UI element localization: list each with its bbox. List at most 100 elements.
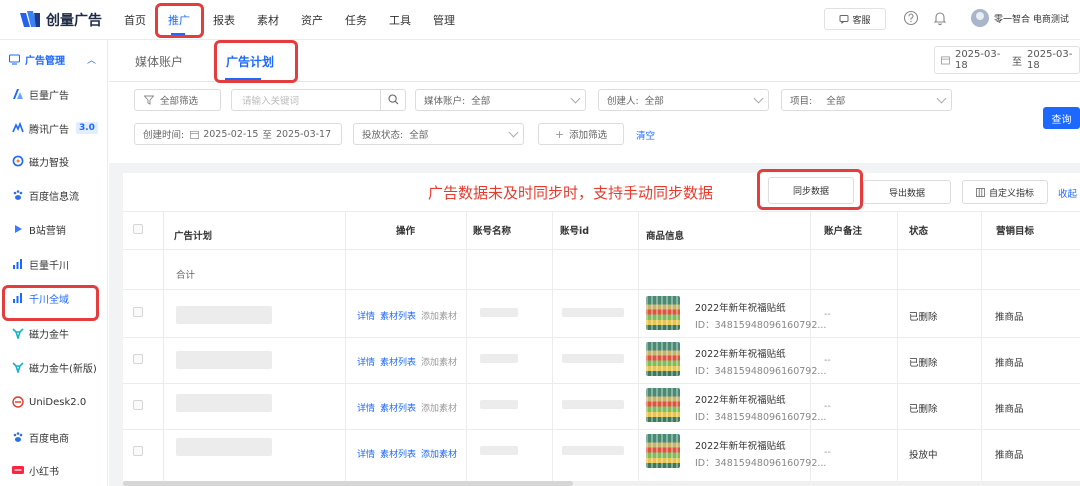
add-material-link[interactable]: 添加素材 [421, 355, 457, 368]
detail-link[interactable]: 详情 [357, 309, 375, 322]
select-all-checkbox[interactable] [133, 224, 143, 234]
material-list-link[interactable]: 素材列表 [380, 309, 416, 322]
creator-select[interactable]: 创建人: 全部 [598, 89, 769, 111]
nav-assets[interactable]: 资产 [301, 12, 323, 28]
customer-service-label: 客服 [852, 15, 871, 26]
delivery-status-select[interactable]: 投放状态: 全部 [353, 123, 524, 145]
product-id: ID：34815948096160792... [695, 320, 827, 331]
bell-icon[interactable] [932, 10, 948, 26]
col-header-status[interactable]: 状态 [909, 223, 928, 237]
sidebar-item-xiaohongshu[interactable]: 小红书 [12, 461, 59, 479]
top-date-range-picker[interactable]: 2025-03-18 至 2025-03-18 [934, 46, 1080, 74]
nav-reports[interactable]: 报表 [213, 12, 235, 28]
account-remark: -- [824, 309, 831, 320]
chevron-down-icon [570, 93, 581, 104]
chevron-down-icon [508, 127, 519, 138]
col-divider [810, 211, 811, 486]
keyword-search[interactable]: 请输入关键词 [231, 89, 406, 111]
create-time-range[interactable]: 创建时间: 2025-02-15 至 2025-03-17 [134, 123, 342, 145]
search-icon[interactable] [388, 94, 399, 105]
query-button[interactable]: 查询 [1043, 107, 1080, 129]
sidebar-item-tencent[interactable]: 腾讯广告 3.0 [12, 119, 98, 137]
col-divider [466, 211, 467, 486]
help-icon[interactable] [903, 10, 919, 26]
material-list-link[interactable]: 素材列表 [380, 355, 416, 368]
sidebar-item-cili[interactable]: 磁力智投 [12, 152, 69, 170]
add-filter-button[interactable]: + 添加筛选 [538, 123, 624, 145]
avatar [971, 9, 989, 27]
sidebar-group-ad-management[interactable]: 广告管理 [9, 52, 65, 67]
row-checkbox[interactable] [133, 354, 143, 364]
media-account-select[interactable]: 媒体账户: 全部 [415, 89, 586, 111]
chevron-down-icon [936, 93, 947, 104]
user-menu[interactable]: 零一智合 电商测试 [971, 9, 1069, 27]
nav-home[interactable]: 首页 [124, 12, 146, 28]
creator-label: 创建人: [607, 96, 639, 107]
row-divider [123, 383, 1080, 384]
col-divider [345, 211, 346, 486]
tab-media-account[interactable]: 媒体账户 [135, 53, 183, 70]
col-header-marketing-goal[interactable]: 营销目标 [996, 223, 1034, 237]
col-header-ad-plan[interactable]: 广告计划 [174, 228, 212, 242]
sidebar-item-label: 磁力智投 [29, 157, 69, 169]
col-header-account-remark[interactable]: 账户备注 [824, 223, 862, 237]
add-material-link[interactable]: 添加素材 [421, 447, 457, 460]
material-list-link[interactable]: 素材列表 [380, 447, 416, 460]
col-header-account-id[interactable]: 账号id [560, 223, 589, 237]
add-material-link[interactable]: 添加素材 [421, 401, 457, 414]
sidebar: 广告管理 ︿ 巨量广告 腾讯广告 3.0 磁力智投 百度信息流 B站营销 巨量千… [0, 40, 108, 486]
row-checkbox[interactable] [133, 446, 143, 456]
horizontal-scrollbar-thumb[interactable] [123, 481, 573, 486]
customer-service-button[interactable]: 客服 [824, 8, 886, 30]
sidebar-item-jinniu[interactable]: 磁力金牛 [12, 324, 69, 342]
all-filter-label: 全部筛选 [160, 96, 199, 107]
row-checkbox[interactable] [133, 400, 143, 410]
redacted-account-id [562, 308, 624, 317]
sidebar-item-qianchuan[interactable]: 巨量千川 [12, 255, 69, 273]
sidebar-item-jinniu-new[interactable]: 磁力金牛(新版) [12, 358, 97, 376]
redacted-account-id [562, 446, 624, 455]
row-operations: 详情 素材列表 添加素材 [357, 447, 457, 460]
calendar-icon [941, 56, 950, 65]
add-material-link[interactable]: 添加素材 [421, 309, 457, 322]
col-divider [897, 211, 898, 486]
nav-tools[interactable]: 工具 [389, 12, 411, 28]
detail-link[interactable]: 详情 [357, 401, 375, 414]
xiaohongshu-icon [12, 466, 24, 474]
columns-icon [976, 187, 985, 197]
brand-logo[interactable]: 创量广告 [18, 9, 102, 31]
nav-materials[interactable]: 素材 [257, 12, 279, 28]
col-header-account-name[interactable]: 账号名称 [473, 223, 511, 237]
sidebar-item-label: 磁力金牛(新版) [29, 363, 97, 375]
project-select[interactable]: 项目: 全部 [781, 89, 952, 111]
detail-link[interactable]: 详情 [357, 355, 375, 368]
juliang-icon [13, 89, 23, 99]
sidebar-item-baidu-shop[interactable]: 百度电商 [12, 428, 69, 446]
row-checkbox[interactable] [133, 307, 143, 317]
custom-metrics-button[interactable]: 自定义指标 [962, 180, 1048, 204]
sidebar-item-unidesk[interactable]: UniDesk2.0 [12, 393, 86, 411]
row-operations: 详情 素材列表 添加素材 [357, 355, 457, 368]
filter-icon [144, 95, 154, 105]
nav-tasks[interactable]: 任务 [345, 12, 367, 28]
sidebar-item-juliang[interactable]: 巨量广告 [12, 85, 69, 103]
sidebar-item-label: 巨量千川 [29, 260, 69, 272]
media-account-label: 媒体账户: [424, 96, 466, 107]
chevron-up-icon[interactable]: ︿ [87, 53, 96, 66]
redacted-account-id [562, 400, 624, 409]
highlight-sync-button [757, 169, 863, 210]
status-text: 已删除 [909, 358, 938, 369]
col-divider [552, 211, 553, 486]
detail-link[interactable]: 详情 [357, 447, 375, 460]
clear-filters-link[interactable]: 清空 [636, 128, 655, 142]
collapse-link[interactable]: 收起 [1058, 186, 1077, 200]
highlight-promotion-nav [155, 3, 204, 38]
sidebar-item-bilibili[interactable]: B站营销 [12, 220, 66, 238]
nav-manage[interactable]: 管理 [433, 12, 455, 28]
create-time-start: 2025-02-15 [203, 128, 259, 140]
all-filter-button[interactable]: 全部筛选 [134, 89, 221, 111]
material-list-link[interactable]: 素材列表 [380, 401, 416, 414]
sidebar-item-baidu-feed[interactable]: 百度信息流 [12, 186, 79, 204]
export-data-button[interactable]: 导出数据 [863, 180, 951, 204]
add-filter-label: 添加筛选 [569, 130, 608, 141]
